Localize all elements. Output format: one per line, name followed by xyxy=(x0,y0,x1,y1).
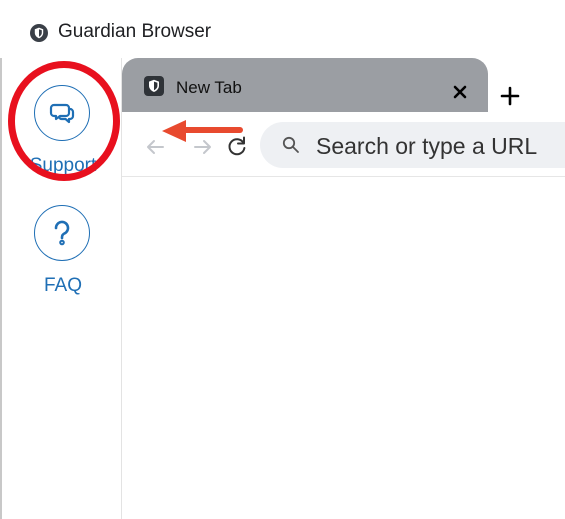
question-mark-icon xyxy=(54,220,70,246)
back-arrow-icon[interactable] xyxy=(144,136,166,158)
browser-window: Guardian Browser Support FAQ New Tab Sea… xyxy=(0,0,565,519)
tab-strip: New Tab xyxy=(122,58,565,112)
search-icon xyxy=(282,136,299,153)
forward-arrow-icon[interactable] xyxy=(192,136,214,158)
title-bar: Guardian Browser xyxy=(0,0,565,58)
shield-icon xyxy=(144,76,164,96)
faq-label[interactable]: FAQ xyxy=(2,275,124,297)
url-bar[interactable]: Search or type a URL xyxy=(260,122,565,168)
page-content xyxy=(122,177,565,519)
tab-new-tab[interactable]: New Tab xyxy=(122,58,488,112)
chat-bubbles-icon xyxy=(49,103,75,124)
url-placeholder: Search or type a URL xyxy=(316,133,538,159)
support-label[interactable]: Support xyxy=(2,155,124,177)
new-tab-plus-icon[interactable] xyxy=(500,86,520,106)
app-title: Guardian Browser xyxy=(58,21,212,42)
side-panel: Support FAQ xyxy=(0,58,122,519)
faq-button[interactable] xyxy=(34,205,90,261)
tab-title: New Tab xyxy=(176,78,242,97)
reload-icon[interactable] xyxy=(226,135,248,157)
shield-logo-icon xyxy=(30,24,48,42)
close-icon[interactable] xyxy=(452,84,468,100)
navigation-toolbar: Search or type a URL xyxy=(122,112,565,177)
support-button[interactable] xyxy=(34,85,90,141)
